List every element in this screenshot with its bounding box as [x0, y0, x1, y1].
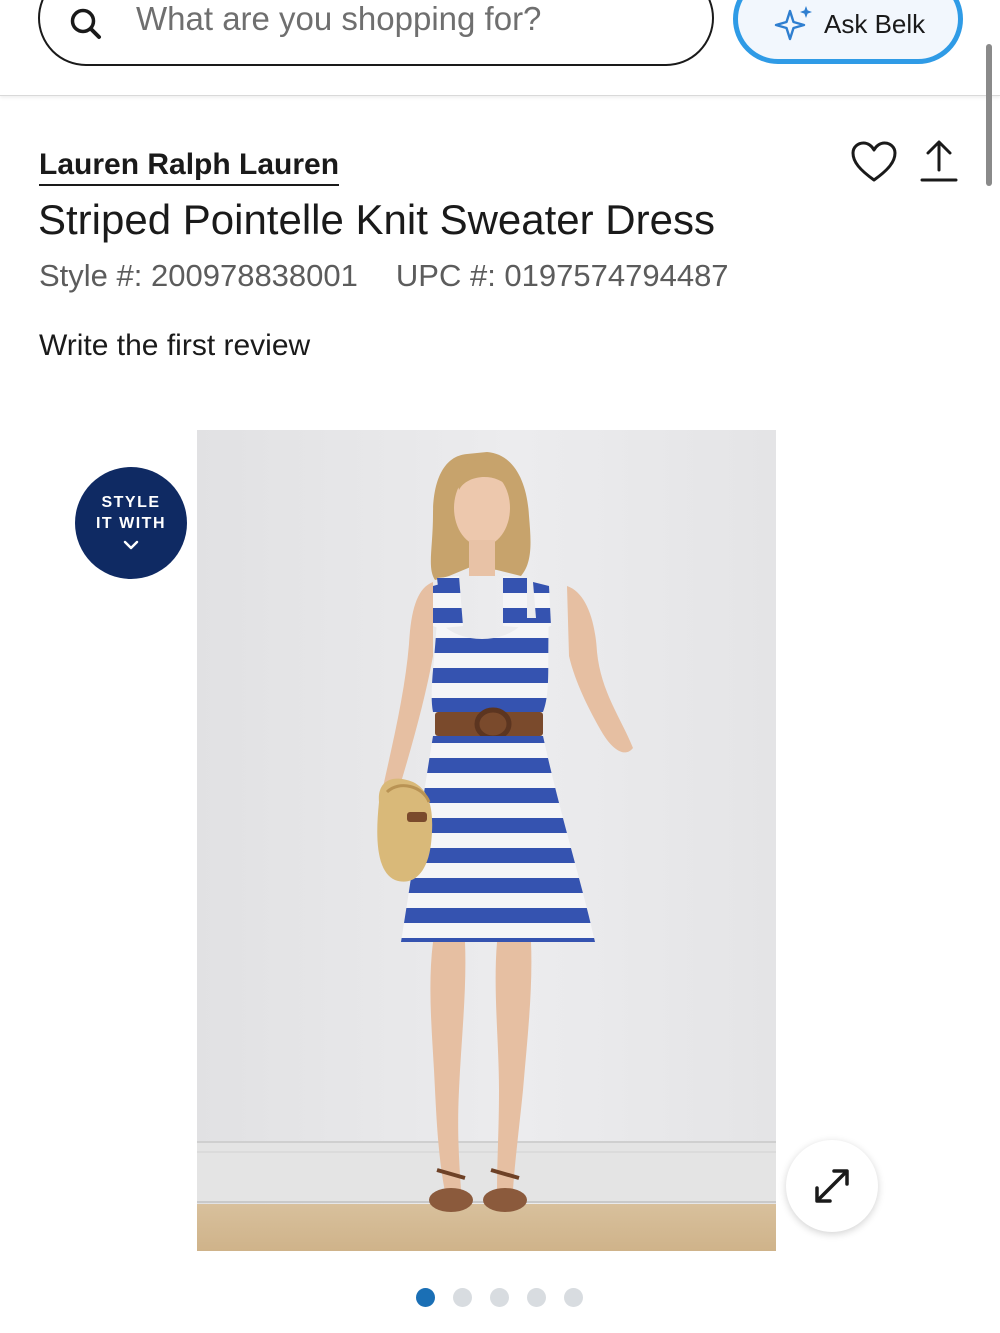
ask-belk-label: Ask Belk	[824, 9, 926, 39]
product-image[interactable]	[197, 430, 776, 1251]
search-input[interactable]: What are you shopping for?	[38, 0, 714, 66]
page-scrollbar[interactable]	[986, 44, 992, 186]
expand-image-button[interactable]	[786, 1140, 878, 1232]
expand-icon	[815, 1169, 849, 1203]
carousel-dot[interactable]	[490, 1288, 509, 1307]
write-review-link[interactable]: Write the first review	[39, 329, 310, 363]
brand-link[interactable]: Lauren Ralph Lauren	[39, 148, 340, 186]
carousel-dot[interactable]	[564, 1288, 583, 1307]
product-identifiers: Style #: 200978838001 UPC #: 019757479448…	[39, 258, 729, 294]
product-title: Striped Pointelle Knit Sweater Dress	[38, 196, 715, 243]
carousel-dot[interactable]	[453, 1288, 472, 1307]
carousel-dot[interactable]	[527, 1288, 546, 1307]
style-badge-line2: IT WITH	[95, 515, 167, 532]
top-header: What are you shopping for? Ask Belk	[0, 0, 1000, 96]
sparkle-icon	[774, 6, 812, 41]
upc-number: UPC #: 0197574794487	[395, 258, 729, 293]
style-it-with-button[interactable]: STYLE IT WITH	[75, 467, 187, 579]
product-photo	[197, 430, 776, 1251]
heart-icon[interactable]	[850, 140, 898, 184]
style-number: Style #: 200978838001	[39, 258, 358, 293]
ask-belk-button[interactable]: Ask Belk	[733, 0, 963, 64]
chevron-down-icon	[123, 540, 139, 550]
search-icon	[70, 8, 101, 39]
style-badge-line1: STYLE	[101, 494, 161, 511]
share-icon[interactable]	[918, 138, 960, 184]
search-placeholder: What are you shopping for?	[136, 0, 542, 37]
carousel-dot[interactable]	[416, 1288, 435, 1307]
